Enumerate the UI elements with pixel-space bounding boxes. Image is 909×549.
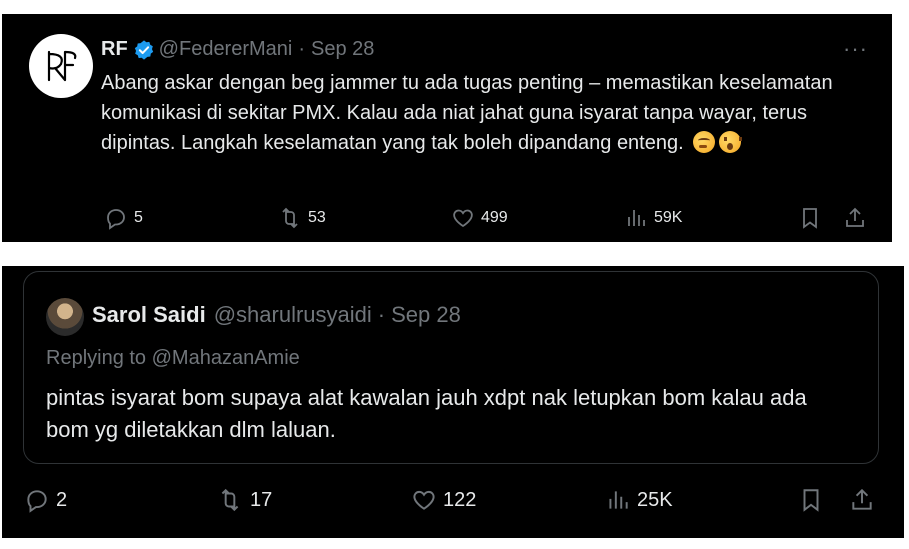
views-bar-chart-icon	[609, 491, 628, 509]
repost-icon	[282, 207, 298, 229]
repost-button[interactable]: 17	[216, 487, 272, 513]
handle[interactable]: @sharulrusyaidi	[214, 302, 372, 328]
tweet-text: Abang askar dengan beg jammer tu ada tug…	[101, 68, 871, 158]
tweet-text: pintas isyarat bom supaya alat kawalan j…	[46, 385, 807, 442]
more-options-icon[interactable]: ···	[843, 36, 868, 62]
share-icon	[852, 488, 872, 510]
repost-count: 17	[250, 488, 273, 511]
verified-badge-icon	[134, 39, 153, 60]
rf-logo-icon	[47, 50, 77, 82]
bookmark-icon	[803, 489, 819, 512]
like-count: 499	[481, 209, 508, 226]
bookmark-icon	[803, 208, 817, 229]
views-count: 25K	[637, 488, 673, 511]
tweet-card[interactable]: Sarol Saidi @sharulrusyaidi · Sep 28 Rep…	[2, 266, 904, 538]
like-count: 122	[443, 488, 477, 511]
timestamp[interactable]: Sep 28	[311, 38, 374, 61]
bookmark-button[interactable]	[798, 206, 822, 230]
astonished-face-icon	[719, 131, 743, 153]
share-button[interactable]	[843, 206, 867, 230]
views-count: 59K	[654, 209, 683, 226]
thinking-face-icon	[693, 131, 716, 153]
avatar[interactable]	[29, 34, 93, 98]
repost-button[interactable]: 53	[278, 206, 326, 230]
like-button[interactable]: 499	[451, 206, 508, 230]
display-name[interactable]: RF	[101, 38, 128, 61]
views-button[interactable]: 25K	[605, 487, 673, 513]
heart-icon	[413, 490, 435, 510]
reply-count: 2	[56, 488, 68, 511]
tweet-card[interactable]: RF @FedererMani · Sep 28 ··· Abang askar…	[2, 14, 892, 242]
avatar[interactable]	[46, 298, 84, 336]
repost-icon	[221, 488, 239, 512]
reply-tweet-container[interactable]: Sarol Saidi @sharulrusyaidi · Sep 28 Rep…	[23, 271, 879, 464]
share-icon	[846, 207, 864, 227]
heart-icon	[453, 209, 473, 228]
repost-count: 53	[308, 209, 326, 226]
share-button[interactable]	[849, 487, 875, 513]
reply-icon	[27, 490, 47, 513]
reply-icon	[107, 209, 125, 230]
replying-to[interactable]: Replying to @MahazanAmie	[46, 347, 300, 370]
like-button[interactable]: 122	[411, 487, 476, 513]
reply-count: 5	[134, 209, 143, 226]
display-name[interactable]: Sarol Saidi	[92, 302, 206, 328]
separator-dot: ·	[377, 302, 386, 327]
views-bar-chart-icon	[628, 210, 645, 226]
timestamp[interactable]: Sep 28	[391, 302, 461, 328]
separator-dot: ·	[298, 38, 306, 60]
tweet-header: RF @FedererMani · Sep 28	[101, 38, 374, 61]
bookmark-button[interactable]	[798, 487, 824, 513]
views-button[interactable]: 59K	[624, 206, 682, 230]
tweet-header: Sarol Saidi @sharulrusyaidi · Sep 28	[92, 302, 461, 328]
reply-button[interactable]: 5	[104, 206, 143, 230]
handle[interactable]: @FedererMani	[159, 38, 293, 61]
reply-button[interactable]: 2	[24, 487, 67, 513]
